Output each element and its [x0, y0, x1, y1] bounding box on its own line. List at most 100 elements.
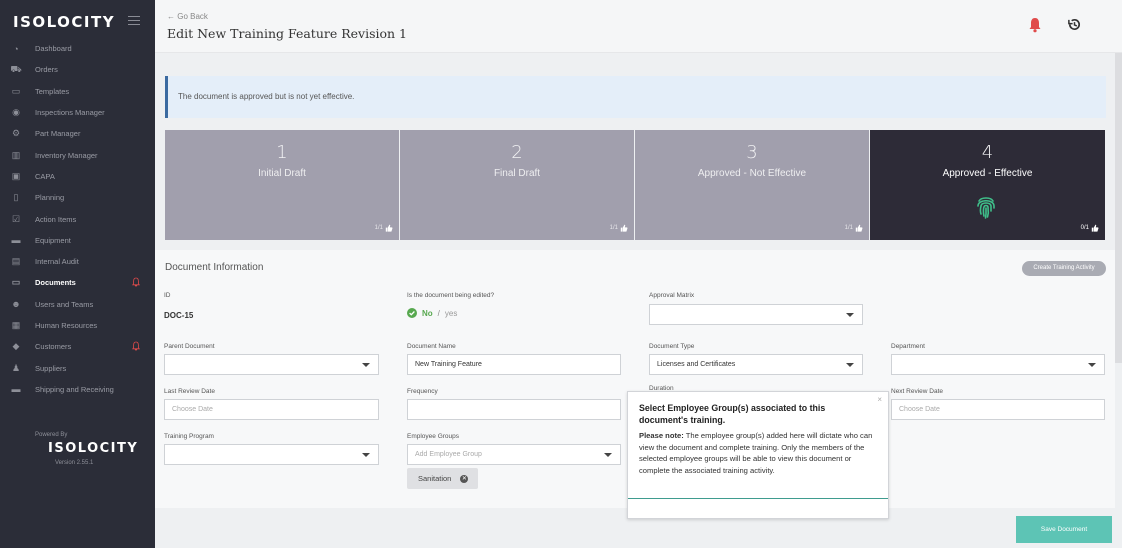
document-type-select[interactable]: Licenses and Certificates [649, 354, 863, 375]
sidebar-item-human-resources[interactable]: ▦ Human Resources [0, 315, 155, 336]
thumbs-up-icon [385, 224, 393, 232]
chevron-down-icon [362, 453, 370, 457]
chevron-down-icon [362, 363, 370, 367]
status-alert-text: The document is approved but is not yet … [178, 92, 355, 101]
stage-count-value: 1/1 [609, 225, 618, 231]
stage-number: 1 [276, 142, 288, 163]
app-logo[interactable]: ISOLOCITY [13, 13, 115, 31]
document-name-value: New Training Feature [415, 361, 482, 368]
sidebar-item-dashboard[interactable]: ◔ Dashboard [0, 38, 155, 59]
sidebar-item-internal-audit[interactable]: ▤ Internal Audit [0, 251, 155, 272]
editing-separator: / [437, 308, 440, 318]
approval-matrix-select[interactable] [649, 304, 863, 325]
department-select[interactable] [891, 354, 1105, 375]
last-review-date-input[interactable]: Choose Date [164, 399, 379, 420]
stage-approval-count: 0/1 [1081, 224, 1099, 232]
stage-approval-count: 1/1 [610, 224, 628, 232]
sidebar-item-label: Inspections Manager [35, 108, 105, 118]
go-back-label: Go Back [177, 12, 208, 21]
employee-groups-tooltip: × Select Employee Group(s) associated to… [627, 391, 889, 519]
barcode-icon: ▥ [11, 149, 21, 160]
sidebar-item-users-and-teams[interactable]: ☻ Users and Teams [0, 294, 155, 315]
sidebar-item-label: Dashboard [35, 44, 72, 54]
training-program-label: Training Program [164, 433, 214, 440]
sidebar-item-documents[interactable]: ▭ Documents [0, 272, 155, 293]
editing-yes[interactable]: yes [445, 309, 457, 318]
next-review-date-input[interactable]: Choose Date [891, 399, 1105, 420]
employee-groups-placeholder: Add Employee Group [415, 451, 482, 458]
book-icon: ▯ [13, 192, 19, 203]
supplier-icon: ♟ [11, 362, 21, 373]
sidebar-item-capa[interactable]: ▣ CAPA [0, 166, 155, 187]
close-icon[interactable]: × [877, 395, 882, 404]
last-review-date-label: Last Review Date [164, 388, 215, 395]
stage-initial-draft[interactable]: 1 Initial Draft 1/1 [165, 130, 399, 240]
tooltip-note-label: Please note: [639, 431, 684, 440]
sidebar-item-label: Human Resources [35, 321, 98, 330]
dashboard-icon: ◔ [13, 43, 19, 54]
sidebar-item-equipment[interactable]: ▬ Equipment [0, 230, 155, 251]
editing-toggle[interactable]: No / yes [407, 308, 457, 318]
sidebar-item-label: Part Manager [35, 129, 81, 139]
page-title: Edit New Training Feature Revision 1 [167, 26, 408, 41]
fingerprint-icon[interactable] [974, 194, 998, 220]
sidebar-item-label: Planning [35, 193, 65, 203]
gauge-icon: ◉ [12, 107, 20, 118]
training-program-select[interactable] [164, 444, 379, 465]
powered-by-logo: ISOLOCITY [48, 441, 139, 456]
thumbs-up-icon [855, 224, 863, 232]
chevron-down-icon [1088, 363, 1096, 367]
id-card-icon: ▦ [11, 320, 21, 330]
menu-toggle-icon[interactable] [128, 16, 140, 25]
sidebar-item-label: Suppliers [35, 363, 67, 373]
create-training-activity-button[interactable]: Create Training Activity [1022, 261, 1106, 276]
employee-group-chip: Sanitation ✕ [407, 468, 478, 489]
sidebar: ISOLOCITY ◔ Dashboard ⛟ Orders ▭ Templates … [0, 0, 155, 548]
sidebar-item-inventory-manager[interactable]: ▥ Inventory Manager [0, 144, 155, 165]
sidebar-item-label: Customers [35, 342, 72, 352]
approval-matrix-label: Approval Matrix [649, 292, 695, 299]
check-circle-icon [407, 308, 417, 318]
id-label: ID [164, 292, 171, 299]
stage-approved-effective[interactable]: 4 Approved - Effective 0/1 [870, 130, 1105, 240]
stage-count-value: 0/1 [1080, 225, 1089, 231]
sidebar-item-part-manager[interactable]: ⚙ Part Manager [0, 123, 155, 144]
save-document-button[interactable]: Save Document [1016, 516, 1112, 543]
stage-number: 4 [981, 142, 994, 163]
remove-chip-icon[interactable]: ✕ [460, 474, 469, 483]
go-back-link[interactable]: ← Go Back [167, 12, 208, 21]
sidebar-item-label: Templates [35, 86, 70, 96]
sidebar-item-label: Internal Audit [35, 257, 79, 267]
sidebar-item-planning[interactable]: ▯ Planning [0, 187, 155, 208]
employee-groups-select[interactable]: Add Employee Group [407, 444, 621, 465]
sidebar-item-orders[interactable]: ⛟ Orders [0, 59, 155, 80]
history-icon[interactable] [1067, 17, 1082, 32]
scrollbar[interactable] [1115, 53, 1122, 363]
sidebar-item-label: Documents [35, 278, 76, 288]
bell-icon [132, 341, 140, 351]
frequency-input[interactable] [407, 399, 621, 420]
sidebar-item-label: CAPA [35, 171, 55, 181]
chevron-down-icon [846, 313, 854, 317]
sidebar-item-inspections-manager[interactable]: ◉ Inspections Manager [0, 102, 155, 123]
sidebar-item-customers[interactable]: ◆ Customers [0, 336, 155, 357]
sidebar-item-action-items[interactable]: ☑ Action Items [0, 208, 155, 229]
sidebar-item-shipping-and-receiving[interactable]: ▬ Shipping and Receiving [0, 379, 155, 400]
sidebar-item-templates[interactable]: ▭ Templates [0, 81, 155, 102]
next-review-date-placeholder: Choose Date [899, 406, 940, 413]
sidebar-item-suppliers[interactable]: ♟ Suppliers [0, 357, 155, 378]
parent-document-select[interactable] [164, 354, 379, 375]
frequency-label: Frequency [407, 388, 438, 395]
stage-number: 2 [511, 142, 523, 163]
stage-final-draft[interactable]: 2 Final Draft 1/1 [400, 130, 634, 240]
editing-no[interactable]: No [422, 309, 433, 318]
notification-bell-icon[interactable] [1028, 17, 1042, 33]
stage-approved-not-effective[interactable]: 3 Approved - Not Effective 1/1 [635, 130, 869, 240]
stage-number: 3 [746, 142, 758, 163]
status-alert: The document is approved but is not yet … [165, 76, 1106, 118]
document-type-value: Licenses and Certificates [657, 361, 736, 368]
truck-icon: ⛟ [10, 63, 22, 74]
stage-approval-count: 1/1 [845, 224, 863, 232]
document-name-input[interactable]: New Training Feature [407, 354, 621, 375]
stage-approval-count: 1/1 [375, 224, 393, 232]
